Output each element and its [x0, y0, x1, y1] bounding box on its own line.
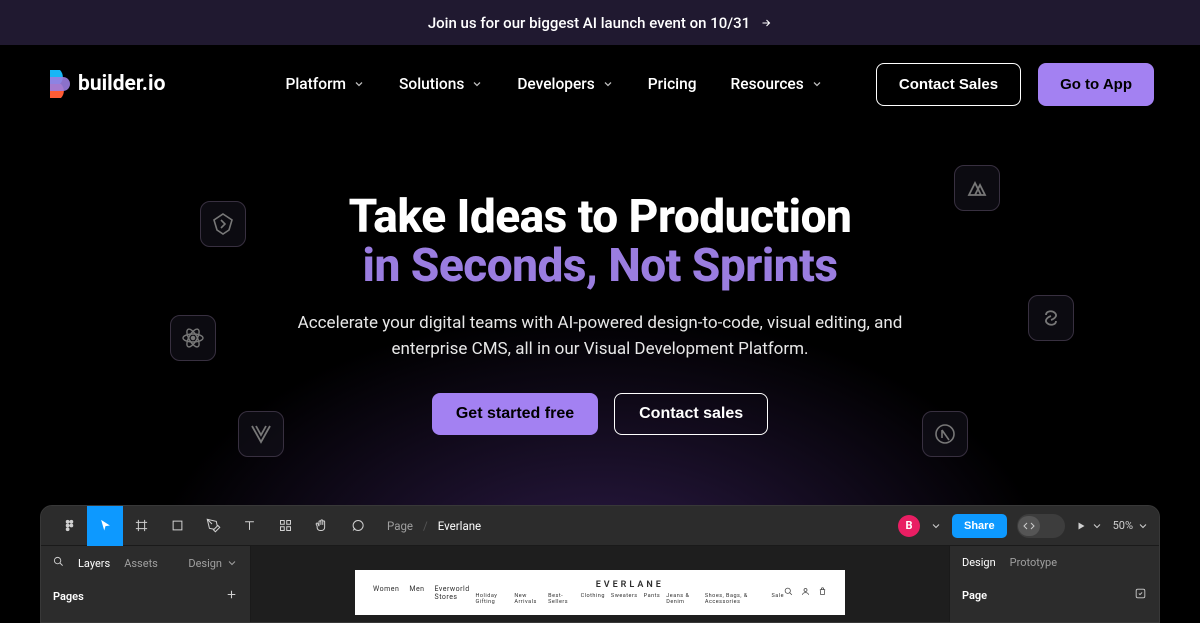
present-button[interactable] — [1075, 520, 1103, 532]
hand-tool-icon[interactable] — [303, 506, 339, 546]
qwik-icon — [200, 201, 246, 247]
main-nav: builder.io Platform Solutions Developers… — [0, 45, 1200, 123]
frame-left-nav: Women Men Everworld Stores — [373, 585, 476, 601]
chevron-down-icon — [811, 78, 823, 90]
shape-tool-icon[interactable] — [159, 506, 195, 546]
contact-sales-button[interactable]: Contact Sales — [876, 63, 1021, 106]
pen-tool-icon[interactable] — [195, 506, 231, 546]
chevron-down-icon — [471, 78, 483, 90]
breadcrumb-file[interactable]: Everlane — [438, 519, 481, 533]
zoom-level[interactable]: 50% — [1113, 519, 1149, 532]
logo-text: builder.io — [78, 72, 165, 96]
breadcrumb-page[interactable]: Page — [387, 519, 413, 533]
vue-icon — [238, 411, 284, 457]
search-icon — [784, 587, 793, 598]
share-button[interactable]: Share — [952, 514, 1007, 538]
nav-item-resources[interactable]: Resources — [731, 75, 823, 93]
tab-design[interactable]: Design — [962, 556, 996, 569]
dev-mode-toggle[interactable] — [1017, 514, 1065, 538]
nav-item-developers[interactable]: Developers — [517, 75, 613, 93]
plus-icon[interactable] — [225, 588, 238, 604]
hero-subtitle: Accelerate your digital teams with AI-po… — [290, 310, 910, 363]
arrow-right-icon — [760, 17, 772, 29]
resources-tool-icon[interactable] — [267, 506, 303, 546]
canvas[interactable]: Women Men Everworld Stores EVERLANE Holi… — [251, 546, 949, 622]
banner-text: Join us for our biggest AI launch event … — [428, 14, 750, 32]
left-panel: Layers Assets Design Pages — [41, 546, 251, 622]
export-icon[interactable] — [1134, 587, 1147, 603]
tab-layers[interactable]: Layers — [78, 557, 110, 570]
left-panel-tabs: Layers Assets Design — [41, 546, 250, 578]
nuxt-icon — [954, 165, 1000, 211]
search-icon[interactable] — [53, 556, 64, 570]
toolbar-right: B Share 50% — [898, 514, 1149, 538]
figma-window: Page / Everlane B Share 50% Layers Asset… — [40, 505, 1160, 623]
frame-center-nav: Holiday Gifting New Arrivals Best-Seller… — [476, 593, 785, 605]
frame-tool-icon[interactable] — [123, 506, 159, 546]
tab-assets[interactable]: Assets — [124, 557, 158, 570]
hero-title-line1: Take Ideas to Production — [349, 190, 852, 244]
hero-cta: Get started free Contact sales — [432, 393, 768, 435]
chevron-down-icon[interactable] — [930, 520, 942, 532]
hero: Take Ideas to Production in Seconds, Not… — [0, 123, 1200, 505]
contact-sales-hero-button[interactable]: Contact sales — [614, 393, 768, 435]
pages-section[interactable]: Pages — [41, 578, 250, 614]
nav-item-solutions[interactable]: Solutions — [399, 75, 483, 93]
frame-everlane-header[interactable]: Women Men Everworld Stores EVERLANE Holi… — [355, 570, 845, 615]
avatar[interactable]: B — [898, 515, 920, 537]
chevron-down-icon — [1137, 520, 1149, 532]
page-section: Page — [950, 577, 1159, 613]
code-icon — [1018, 516, 1040, 536]
frame-right-icons — [784, 587, 827, 598]
logo-mark-icon — [46, 70, 70, 98]
left-design-dropdown[interactable]: Design — [188, 557, 238, 570]
go-to-app-button[interactable]: Go to App — [1038, 63, 1154, 106]
right-panel-tabs: Design Prototype — [950, 546, 1159, 577]
frame-brand: EVERLANE — [596, 580, 664, 590]
nav-item-pricing[interactable]: Pricing — [648, 75, 697, 93]
chevron-down-icon — [602, 78, 614, 90]
hero-title-line2: in Seconds, Not Sprints — [349, 242, 852, 290]
chevron-down-icon — [1091, 520, 1103, 532]
right-panel: Design Prototype Page — [949, 546, 1159, 622]
figma-toolbar: Page / Everlane B Share 50% — [41, 506, 1159, 546]
announcement-banner[interactable]: Join us for our biggest AI launch event … — [0, 0, 1200, 45]
svelte-icon — [1028, 295, 1074, 341]
text-tool-icon[interactable] — [231, 506, 267, 546]
next-icon — [922, 411, 968, 457]
tab-prototype[interactable]: Prototype — [1010, 556, 1057, 569]
move-tool-icon[interactable] — [87, 506, 123, 546]
chevron-down-icon — [226, 557, 238, 569]
comment-tool-icon[interactable] — [339, 506, 375, 546]
hero-title: Take Ideas to Production in Seconds, Not… — [349, 193, 852, 290]
figma-body: Layers Assets Design Pages Women Men Eve… — [41, 546, 1159, 622]
user-icon — [801, 587, 810, 598]
get-started-button[interactable]: Get started free — [432, 393, 598, 435]
nav-item-platform[interactable]: Platform — [285, 75, 365, 93]
nav-actions: Contact Sales Go to App — [876, 63, 1154, 106]
breadcrumb: Page / Everlane — [387, 519, 481, 533]
figma-menu-icon[interactable] — [51, 506, 87, 546]
cart-icon — [818, 587, 827, 598]
react-icon — [170, 315, 216, 361]
nav-items: Platform Solutions Developers Pricing Re… — [285, 75, 822, 93]
chevron-down-icon — [353, 78, 365, 90]
logo[interactable]: builder.io — [46, 70, 165, 98]
